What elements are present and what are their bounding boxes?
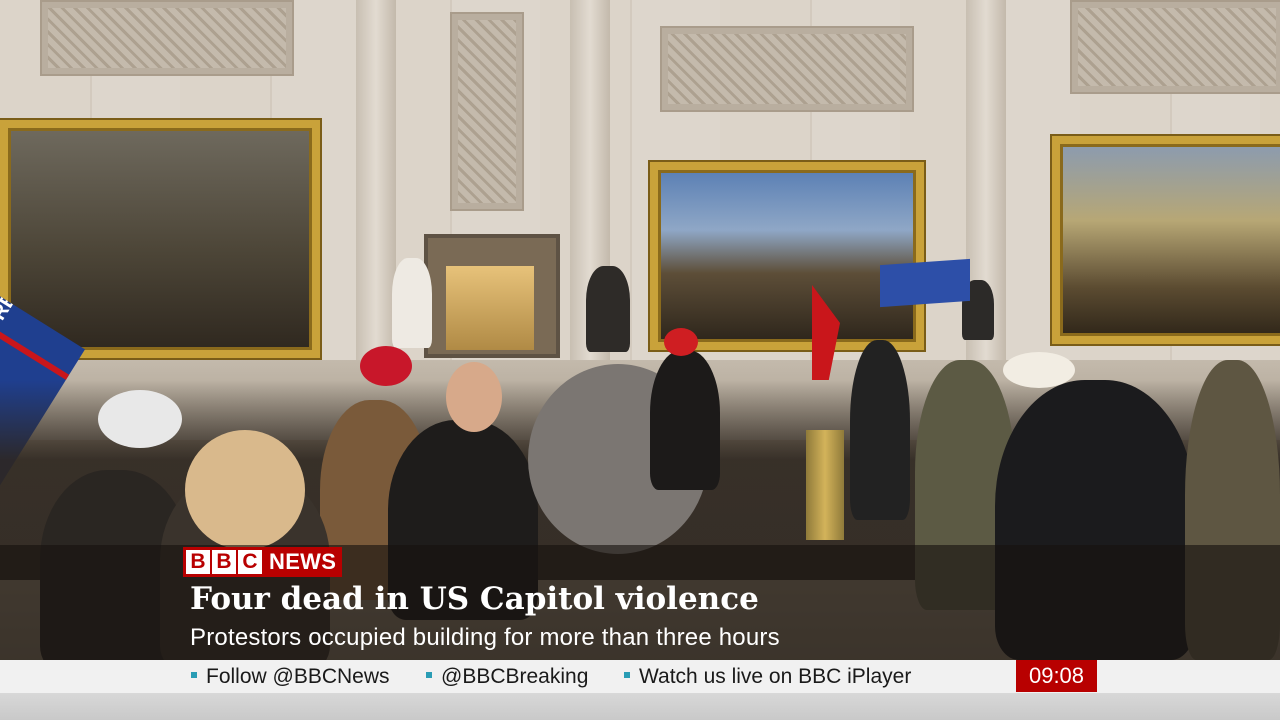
- cowboy-hat: [1003, 352, 1075, 388]
- red-cap: [664, 328, 698, 356]
- ticker-item-label: Follow @BBCNews: [206, 665, 390, 688]
- historical-painting-right: [1052, 136, 1280, 344]
- red-cap: [360, 346, 412, 386]
- dark-statue: [586, 266, 630, 352]
- bullet-icon: [191, 672, 197, 679]
- frieze-relief: [40, 0, 294, 76]
- clock: 09:08: [1016, 660, 1097, 692]
- ticker-underline: [0, 693, 1280, 720]
- headline: Four dead in US Capitol violence: [190, 581, 759, 617]
- bullet-icon: [624, 672, 630, 679]
- blue-flag: [880, 258, 970, 308]
- bbc-block-c: C: [238, 550, 262, 574]
- person-dark: [850, 340, 910, 520]
- bbc-block-b2: B: [212, 550, 236, 574]
- frieze-relief: [450, 12, 524, 211]
- subheadline: Protestors occupied building for more th…: [190, 624, 780, 651]
- bbc-news-logo: B B C NEWS: [183, 547, 343, 577]
- ticker-item: Follow @BBCNews: [191, 660, 390, 693]
- ticker-item: Watch us live on BBC iPlayer: [624, 660, 911, 693]
- white-statue: [392, 258, 432, 348]
- ticker-item-label: Watch us live on BBC iPlayer: [639, 665, 912, 688]
- person-dark: [650, 350, 720, 490]
- ticker-item-label: @BBCBreaking: [441, 665, 589, 688]
- historical-painting-left: [0, 120, 320, 358]
- bbc-block-b1: B: [186, 550, 210, 574]
- ticker-item: @BBCBreaking: [426, 660, 588, 693]
- historical-painting-center: [650, 162, 924, 350]
- face: [446, 362, 502, 432]
- frieze-relief: [660, 26, 914, 112]
- frieze-relief: [1070, 0, 1280, 94]
- bbc-blocks: B B C: [183, 547, 265, 577]
- doorway: [424, 234, 560, 358]
- news-wordmark: NEWS: [265, 547, 343, 577]
- blonde-head: [185, 430, 305, 550]
- white-helmet: [98, 390, 182, 448]
- stanchion-post: [806, 430, 844, 540]
- bullet-icon: [426, 672, 432, 679]
- pilaster: [356, 0, 396, 360]
